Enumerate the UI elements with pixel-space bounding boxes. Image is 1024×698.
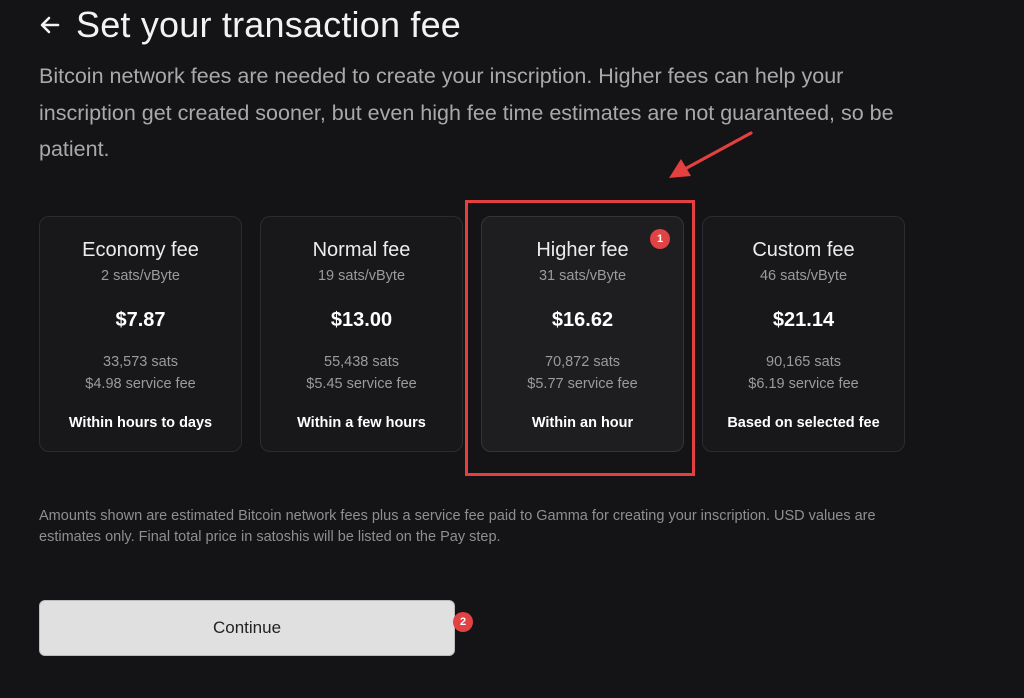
annotation-arrow-icon xyxy=(669,131,753,178)
service-fee: $6.19 service fee xyxy=(748,376,859,392)
service-fee: $4.98 service fee xyxy=(85,376,196,392)
fee-rate: 46 sats/vByte xyxy=(759,268,848,284)
time-estimate: Within a few hours xyxy=(297,415,426,431)
service-fee: $5.45 service fee xyxy=(306,376,417,392)
fee-rate: 2 sats/vByte xyxy=(101,268,180,284)
fee-sats-amount: 55,438 sats xyxy=(324,354,399,370)
fee-sats-amount: 90,165 sats xyxy=(766,354,841,370)
fee-rate: 31 sats/vByte xyxy=(538,268,627,284)
time-estimate: Based on selected fee xyxy=(727,415,880,431)
continue-button[interactable]: Continue xyxy=(39,600,455,656)
fee-description: Bitcoin network fees are needed to creat… xyxy=(39,64,894,161)
fee-card-economy[interactable]: Economy fee 2 sats/vByte $7.87 33,573 sa… xyxy=(39,216,242,452)
step-badge-1: 1 xyxy=(650,229,670,249)
fee-name: Economy fee xyxy=(82,239,199,261)
fee-usd-amount: $16.62 xyxy=(551,309,614,331)
fee-usd-amount: $7.87 xyxy=(115,309,166,331)
step-badge-2: 2 xyxy=(453,612,473,632)
fee-name: Normal fee xyxy=(312,239,411,261)
fee-card-normal[interactable]: Normal fee 19 sats/vByte $13.00 55,438 s… xyxy=(260,216,463,452)
fee-name: Custom fee xyxy=(752,239,855,261)
time-estimate: Within hours to days xyxy=(68,415,213,431)
page-title: Set your transaction fee xyxy=(76,4,462,45)
fee-usd-amount: $13.00 xyxy=(330,309,393,331)
fee-card-higher[interactable]: Higher fee 31 sats/vByte $16.62 70,872 s… xyxy=(481,216,684,452)
fee-card-custom[interactable]: Custom fee 46 sats/vByte $21.14 90,165 s… xyxy=(702,216,905,452)
fee-rate: 19 sats/vByte xyxy=(317,268,406,284)
fee-options: Economy fee 2 sats/vByte $7.87 33,573 sa… xyxy=(39,216,909,452)
fee-usd-amount: $21.14 xyxy=(772,309,835,331)
fee-sats-amount: 70,872 sats xyxy=(545,354,620,370)
fee-sats-amount: 33,573 sats xyxy=(103,354,178,370)
time-estimate: Within an hour xyxy=(531,415,634,431)
back-arrow-icon[interactable] xyxy=(38,12,62,38)
service-fee: $5.77 service fee xyxy=(527,376,638,392)
fee-footnote: Amounts shown are estimated Bitcoin netw… xyxy=(39,508,876,545)
